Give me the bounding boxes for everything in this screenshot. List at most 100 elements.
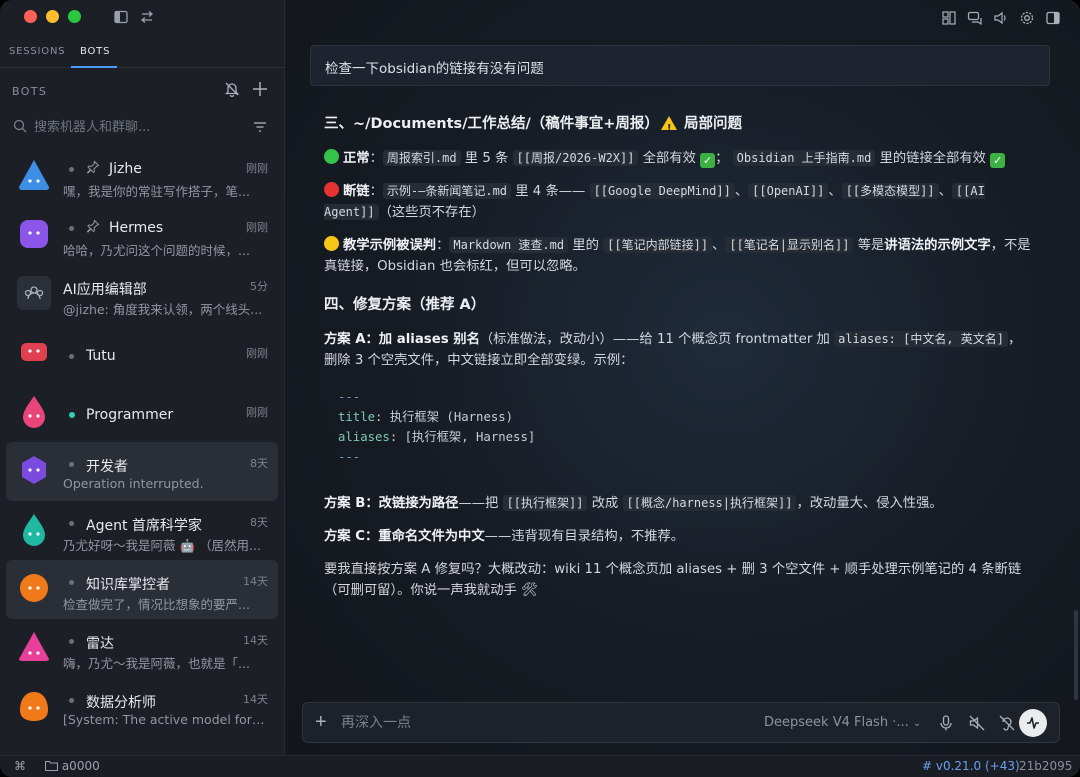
search-bar [12, 116, 272, 138]
tab-active-indicator [71, 66, 117, 68]
settings-gear-icon[interactable] [1019, 10, 1035, 26]
bot-avatar [16, 393, 52, 429]
bot-list-item[interactable]: Jizhe 刚刚 嘿，我是你的常驻写作搭子，笔... [6, 147, 278, 206]
online-status-dot [69, 412, 75, 418]
status-ok-line: 正常： 周报索引.md 里 5 条 [[周报/2026-W2X]] 全部有效 ✓；… [324, 148, 1034, 169]
bot-list-item[interactable]: Programmer 刚刚 [6, 383, 278, 442]
version-label[interactable]: # v0.21.0 (+43) [922, 759, 1020, 773]
minimize-window-button[interactable] [46, 10, 59, 23]
bot-message-preview: [System: The active model for t... [63, 712, 268, 727]
chat-bubbles-icon[interactable] [967, 10, 983, 26]
status-dot [69, 462, 74, 467]
heading-section-4: 四、修复方案（推荐 A） [324, 297, 486, 313]
section-title: BOTS [12, 85, 48, 98]
bot-list-item[interactable]: Agent 首席科学家 8天乃尤好呀～我是阿薇 🤖 （居然用... [6, 501, 278, 560]
bot-message-preview: 嘿，我是你的常驻写作搭子，笔... [63, 184, 250, 199]
code-block-frontmatter: --- title: 执行框架 (Harness) aliases: [执行框架… [338, 390, 536, 464]
bot-message-preview: 嗨，乃尤～我是阿薇，也就是「... [63, 656, 250, 671]
search-input[interactable] [34, 116, 244, 138]
bot-message-preview: Operation interrupted. [63, 476, 204, 491]
bot-timestamp: 8天 [250, 516, 268, 529]
user-message: 检查一下obsidian的链接有没有问题 [310, 45, 1050, 86]
tab-sessions[interactable]: SESSIONS [9, 46, 65, 57]
bot-list: Jizhe 刚刚 嘿，我是你的常驻写作搭子，笔... Hermes 刚刚 哈哈，乃尤问这个… [6, 147, 278, 737]
bot-list-item[interactable]: 开发者 8天 Operation interrupted. [6, 442, 278, 501]
bot-name: 数据分析师 [86, 695, 156, 711]
plan-c: 方案 C：重命名文件为中文——违背现有目录结构，不推荐。 [324, 529, 685, 544]
check-mark-icon: ✓ [990, 153, 1006, 168]
chat-scrollbar[interactable] [1074, 610, 1078, 700]
bot-list-item[interactable]: 雷达 14天 嗨，乃尤～我是阿薇，也就是「... [6, 619, 278, 678]
bot-name: Agent 首席科学家 [86, 518, 202, 534]
layout-icon[interactable] [941, 10, 957, 26]
bot-message-preview: 乃尤好呀～我是阿薇 🤖 （居然用... [63, 538, 261, 553]
chevron-down-icon: ⌄ [912, 718, 922, 729]
right-panel-toggle-icon[interactable] [1045, 10, 1061, 26]
tab-bots[interactable]: BOTS [80, 46, 110, 57]
add-bot-icon[interactable] [250, 80, 270, 100]
speaker-icon[interactable] [993, 10, 1009, 26]
status-bar: ⌘ a0000 # v0.21.0 (+43) 21b2095 [0, 755, 1080, 777]
bot-list-item[interactable]: Tutu 刚刚 [6, 324, 278, 383]
titlebar-left [0, 0, 285, 36]
bot-timestamp: 5分 [250, 280, 268, 293]
search-icon [12, 118, 28, 134]
status-dot [69, 580, 74, 585]
green-circle-icon [324, 149, 339, 164]
folder-icon [44, 760, 59, 772]
speaker-muted-icon[interactable] [968, 714, 986, 732]
status-dot [69, 698, 74, 703]
heading-section-3: 三、~/Documents/工作总结/（稿件事宜+周报） 局部问题 [324, 112, 1034, 141]
plan-b: 方案 B：改链接为路径——把 [[执行框架]] 改成 [[概念/harness|… [324, 495, 943, 511]
bot-message-preview: @jizhe: 角度我来认领，两个线头... [63, 302, 263, 317]
bot-avatar [16, 629, 52, 665]
bot-avatar [16, 570, 52, 606]
hearing-off-icon[interactable] [998, 714, 1016, 732]
pin-icon [86, 160, 100, 177]
bot-avatar [16, 334, 52, 370]
bot-timestamp: 14天 [243, 575, 268, 588]
bot-list-item[interactable]: 数据分析师 14天 [System: The active model for t.… [6, 678, 278, 737]
bot-name: 知识库掌控者 [86, 577, 170, 593]
check-mark-icon: ✓ [700, 153, 716, 168]
pin-icon [86, 219, 100, 236]
maximize-window-button[interactable] [68, 10, 81, 23]
bot-timestamp: 刚刚 [246, 221, 268, 234]
bot-list-item[interactable]: AI应用编辑部 5分 @jizhe: 角度我来认领，两个线头... [6, 265, 278, 324]
model-selector[interactable]: Deepseek V4 Flash ·... ⌄ [764, 715, 921, 730]
yellow-circle-icon [324, 236, 339, 251]
status-dot [69, 639, 74, 644]
close-window-button[interactable] [24, 10, 37, 23]
bot-avatar [16, 511, 52, 547]
status-broken-line: 断链： 示例-—条新闻笔记.md 里 4 条—— [[Google DeepMin… [324, 182, 985, 220]
bot-name: AI应用编辑部 [63, 282, 147, 298]
closing-question: 要我直接按方案 A 修复吗？大概改动：wiki 11 个概念页加 aliases… [324, 562, 1022, 598]
attach-plus-icon[interactable]: + [315, 711, 327, 733]
microphone-icon[interactable] [937, 714, 955, 732]
bot-name: Tutu [86, 348, 116, 364]
chat-main: 检查一下obsidian的链接有没有问题 三、~/Documents/工作总结/… [286, 0, 1080, 755]
bot-avatar [16, 157, 52, 193]
bot-avatar [16, 275, 52, 311]
assistant-message: 三、~/Documents/工作总结/（稿件事宜+周报） 局部问题 正常：周报索… [324, 112, 1034, 613]
command-icon[interactable]: ⌘ [14, 759, 26, 773]
bot-name: Hermes [109, 220, 164, 236]
bot-timestamp: 14天 [243, 634, 268, 647]
bot-list-item[interactable]: Hermes 刚刚 哈哈，乃尤问这个问题的时候，... [6, 206, 278, 265]
sidebar-toggle-icon[interactable] [113, 9, 129, 25]
bot-list-item[interactable]: 知识库掌控者 14天 检查做完了，情况比想象的要严... [6, 560, 278, 619]
bot-timestamp: 8天 [250, 457, 268, 470]
voice-wave-button[interactable] [1019, 709, 1047, 737]
filter-icon[interactable] [252, 119, 268, 135]
status-dot [69, 521, 74, 526]
bot-avatar [16, 688, 52, 724]
bot-timestamp: 14天 [243, 693, 268, 706]
bot-name: Jizhe [109, 161, 142, 177]
mute-notifications-icon[interactable] [222, 80, 242, 100]
status-dot [69, 167, 74, 172]
workspace-folder[interactable]: a0000 [44, 759, 100, 773]
swap-icon[interactable] [139, 9, 155, 25]
message-input[interactable] [341, 712, 731, 734]
app-window: SESSIONS BOTS BOTS Jizhe刚刚嘿，我是你的常驻写作搭子，笔… [0, 0, 1080, 777]
bot-timestamp: 刚刚 [246, 347, 268, 360]
